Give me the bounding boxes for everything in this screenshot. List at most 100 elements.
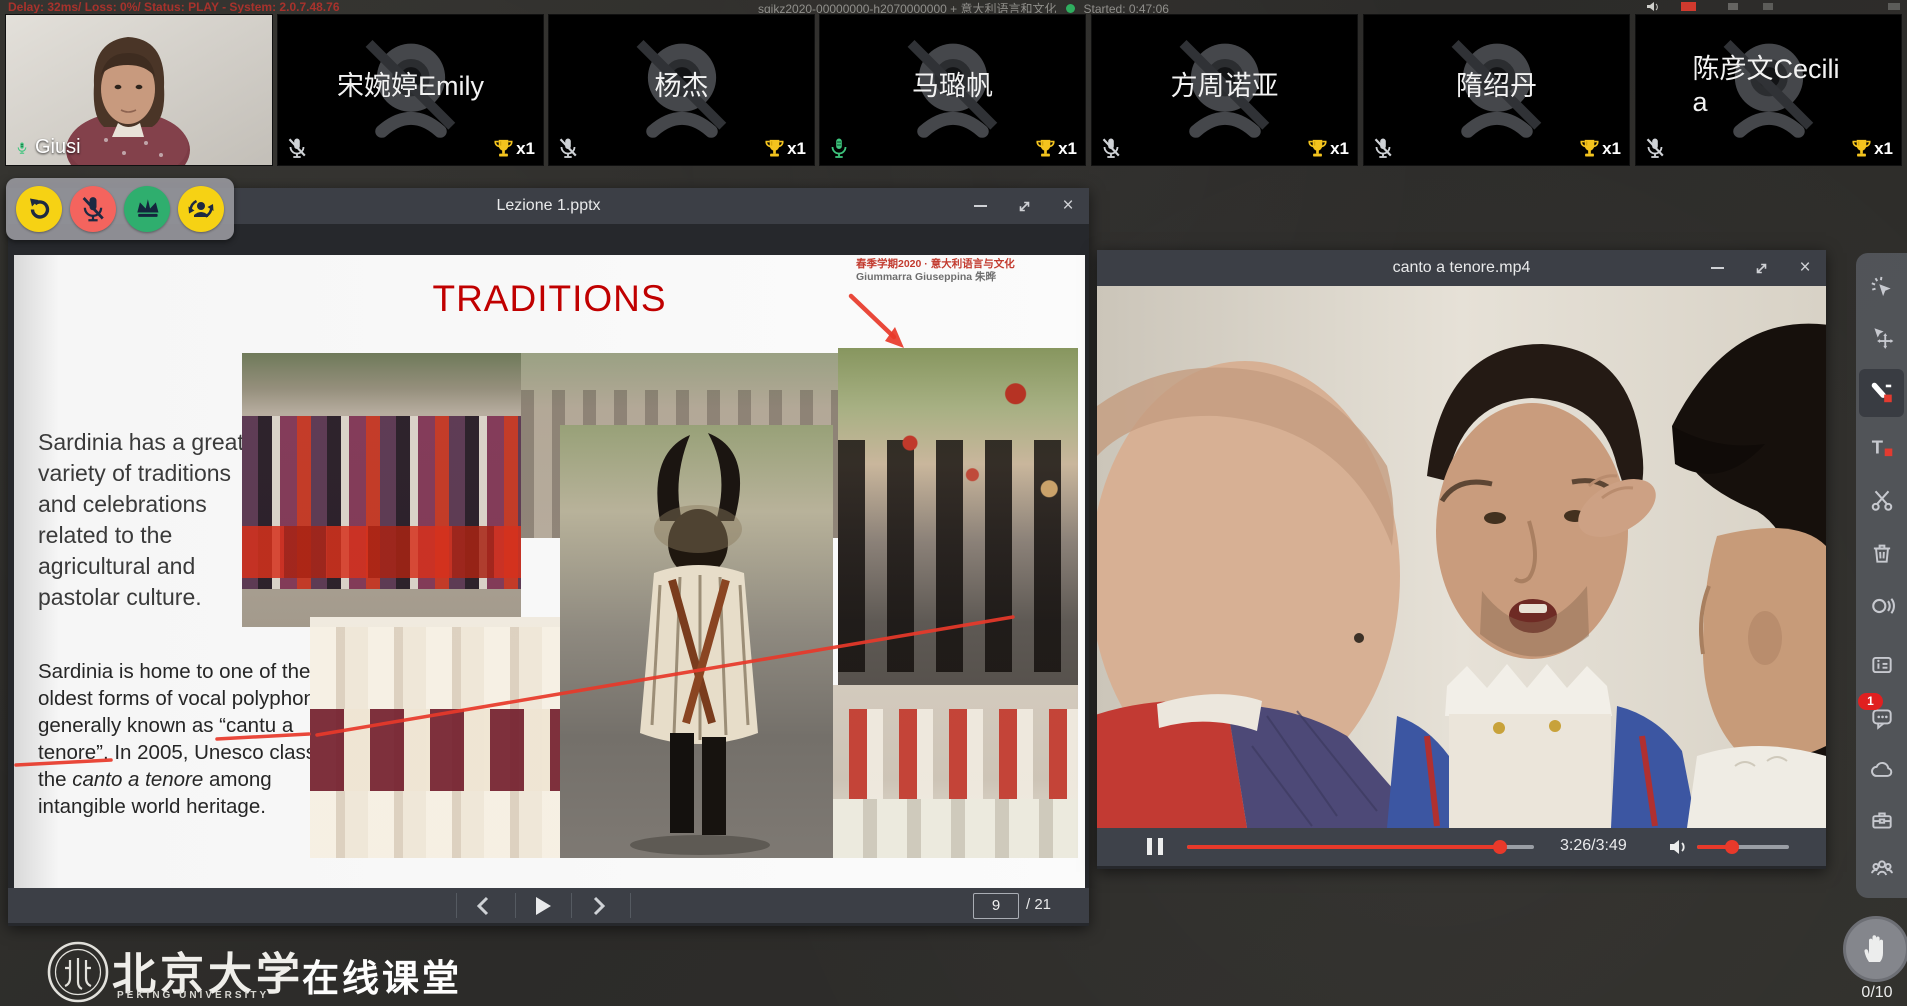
ring-sound-icon: [1869, 593, 1895, 619]
answer-board-tool[interactable]: [1869, 652, 1895, 678]
session-status-text: Started: 0:47:06: [1084, 2, 1169, 14]
top-status-bar: Delay: 32ms/ Loss: 0%/ Status: PLAY - Sy…: [0, 0, 1907, 13]
video-controls-bar: 3:26/3:49: [1097, 828, 1826, 866]
members-icon: [1869, 855, 1895, 881]
maximize-button[interactable]: [1013, 195, 1035, 217]
mic-muted-icon: [1643, 136, 1667, 160]
pen-icon: [1869, 380, 1895, 406]
mic-on-icon: [15, 140, 29, 156]
mute-button[interactable]: [70, 186, 116, 232]
speaker-icon[interactable]: [1646, 1, 1660, 12]
slide-paragraph-2: Sardinia is home to one of the oldest fo…: [38, 658, 342, 820]
undo-button[interactable]: [16, 186, 62, 232]
settings-icon: [1763, 3, 1773, 10]
video-player-window: canto a tenore.mp4 ×: [1097, 250, 1826, 869]
peking-university-seal: [46, 940, 110, 1004]
slide-canvas[interactable]: TRADITIONS 春季学期2020 · 意大利语言与文化 Giummarra…: [14, 255, 1085, 888]
participant-name: 方周诺亚: [1171, 70, 1279, 103]
select-move-icon: [1869, 325, 1895, 351]
participant-name: 陈彦文Cecilia: [1693, 53, 1845, 119]
participant-tile[interactable]: 杨杰 x1: [548, 14, 815, 166]
session-id-text: sqjkz2020-00000000-h2070000000 + 意大利语言和文…: [758, 0, 1057, 13]
trophy-icon: [1578, 137, 1601, 160]
trash-icon: [1869, 540, 1895, 566]
chevron-right-icon: [592, 896, 606, 916]
chevron-left-icon: [476, 896, 490, 916]
video-titlebar[interactable]: canto a tenore.mp4 ×: [1097, 250, 1826, 286]
trophy-badge: x1: [763, 137, 806, 160]
maximize-icon: [1754, 261, 1769, 276]
quick-action-toolbar: [6, 178, 234, 240]
close-button[interactable]: ×: [1794, 257, 1816, 279]
mamuthone-figure: [560, 425, 833, 858]
volume-bar[interactable]: [1697, 845, 1789, 849]
lecturer-name-text: Giummarra Giuseppina 朱晔: [856, 271, 1071, 284]
product-name: 在线课堂: [302, 948, 462, 1002]
minimize-button[interactable]: [1706, 257, 1728, 279]
text-tool[interactable]: T: [1869, 435, 1895, 461]
hand-icon: [1860, 932, 1892, 966]
participant-tile[interactable]: 隋绍丹 x1: [1363, 14, 1630, 166]
ppt-window: Lezione 1.pptx × TRADITIONS 春季学期2020 · 意…: [8, 188, 1089, 926]
members-tool[interactable]: [1869, 855, 1895, 881]
sound-tool[interactable]: [1869, 593, 1895, 619]
trophy-badge: x1: [1850, 137, 1893, 160]
award-button[interactable]: [124, 186, 170, 232]
network-debug-text: Delay: 32ms/ Loss: 0%/ Status: PLAY - Sy…: [8, 0, 340, 13]
pen-tool[interactable]: [1869, 380, 1895, 406]
trophy-icon: [1034, 137, 1057, 160]
participant-tile[interactable]: 宋婉婷Emily x1: [277, 14, 544, 166]
participant-name: 杨杰: [655, 70, 709, 103]
page-number-input[interactable]: 9: [973, 893, 1019, 919]
participant-tile-giusi[interactable]: Giusi: [5, 14, 273, 166]
mic-muted-icon: [1371, 136, 1395, 160]
volume-icon[interactable]: [1669, 838, 1688, 856]
select-move-tool[interactable]: [1869, 325, 1895, 351]
maximize-icon: [1017, 199, 1032, 214]
course-header-text: 春季学期2020 · 意大利语言与文化: [856, 258, 1071, 271]
cloud-disk-tool[interactable]: [1869, 757, 1895, 783]
switch-camera-button[interactable]: [178, 186, 224, 232]
trophy-badge: x1: [1306, 137, 1349, 160]
pause-button[interactable]: [1147, 838, 1163, 855]
mic-muted-icon: [78, 194, 108, 224]
trophy-icon: [1306, 137, 1329, 160]
signal-icon: [1728, 3, 1738, 10]
photo-horsemen: [833, 685, 1078, 858]
delete-tool[interactable]: [1869, 540, 1895, 566]
play-icon: [534, 896, 552, 916]
slide-title: TRADITIONS: [14, 278, 1085, 320]
maximize-button[interactable]: [1750, 257, 1772, 279]
prev-slide-button[interactable]: [460, 888, 506, 923]
raise-hand-button[interactable]: [1843, 916, 1907, 982]
participant-tile[interactable]: 方周诺亚 x1: [1091, 14, 1358, 166]
more-icon: [1888, 3, 1900, 10]
next-slide-button[interactable]: [576, 888, 622, 923]
photo-white-shawl-women: [310, 617, 560, 858]
seek-bar[interactable]: [1187, 845, 1534, 849]
tools-sidebar: T: [1856, 253, 1907, 898]
cloud-icon: [1869, 757, 1895, 783]
seek-knob[interactable]: [1493, 840, 1507, 854]
slide-paragraph-1: Sardinia has a great variety of traditio…: [38, 427, 252, 613]
undo-icon: [24, 194, 54, 224]
participant-tile[interactable]: 马璐帆 x1: [819, 14, 1086, 166]
toolbox-tool[interactable]: [1869, 807, 1895, 833]
chat-unread-badge: 1: [1858, 693, 1883, 710]
scissors-icon: [1869, 487, 1895, 513]
volume-knob[interactable]: [1725, 840, 1739, 854]
close-button[interactable]: ×: [1057, 195, 1079, 217]
play-slideshow-button[interactable]: [520, 888, 566, 923]
participant-name: 马璐帆: [912, 70, 993, 103]
minimize-button[interactable]: [969, 195, 991, 217]
session-info: sqjkz2020-00000000-h2070000000 + 意大利语言和文…: [758, 0, 1169, 13]
photo-mamuthone: [560, 425, 833, 858]
crown-icon: [132, 194, 162, 224]
record-red-icon[interactable]: [1681, 2, 1696, 11]
participant-tile[interactable]: 陈彦文Cecilia x1: [1635, 14, 1902, 166]
laser-pointer-tool[interactable]: [1869, 275, 1895, 301]
cut-tool[interactable]: [1869, 487, 1895, 513]
video-frame-singers[interactable]: [1097, 286, 1826, 828]
participant-name: 宋婉婷Emily: [337, 70, 484, 103]
participant-name: 隋绍丹: [1456, 70, 1537, 103]
